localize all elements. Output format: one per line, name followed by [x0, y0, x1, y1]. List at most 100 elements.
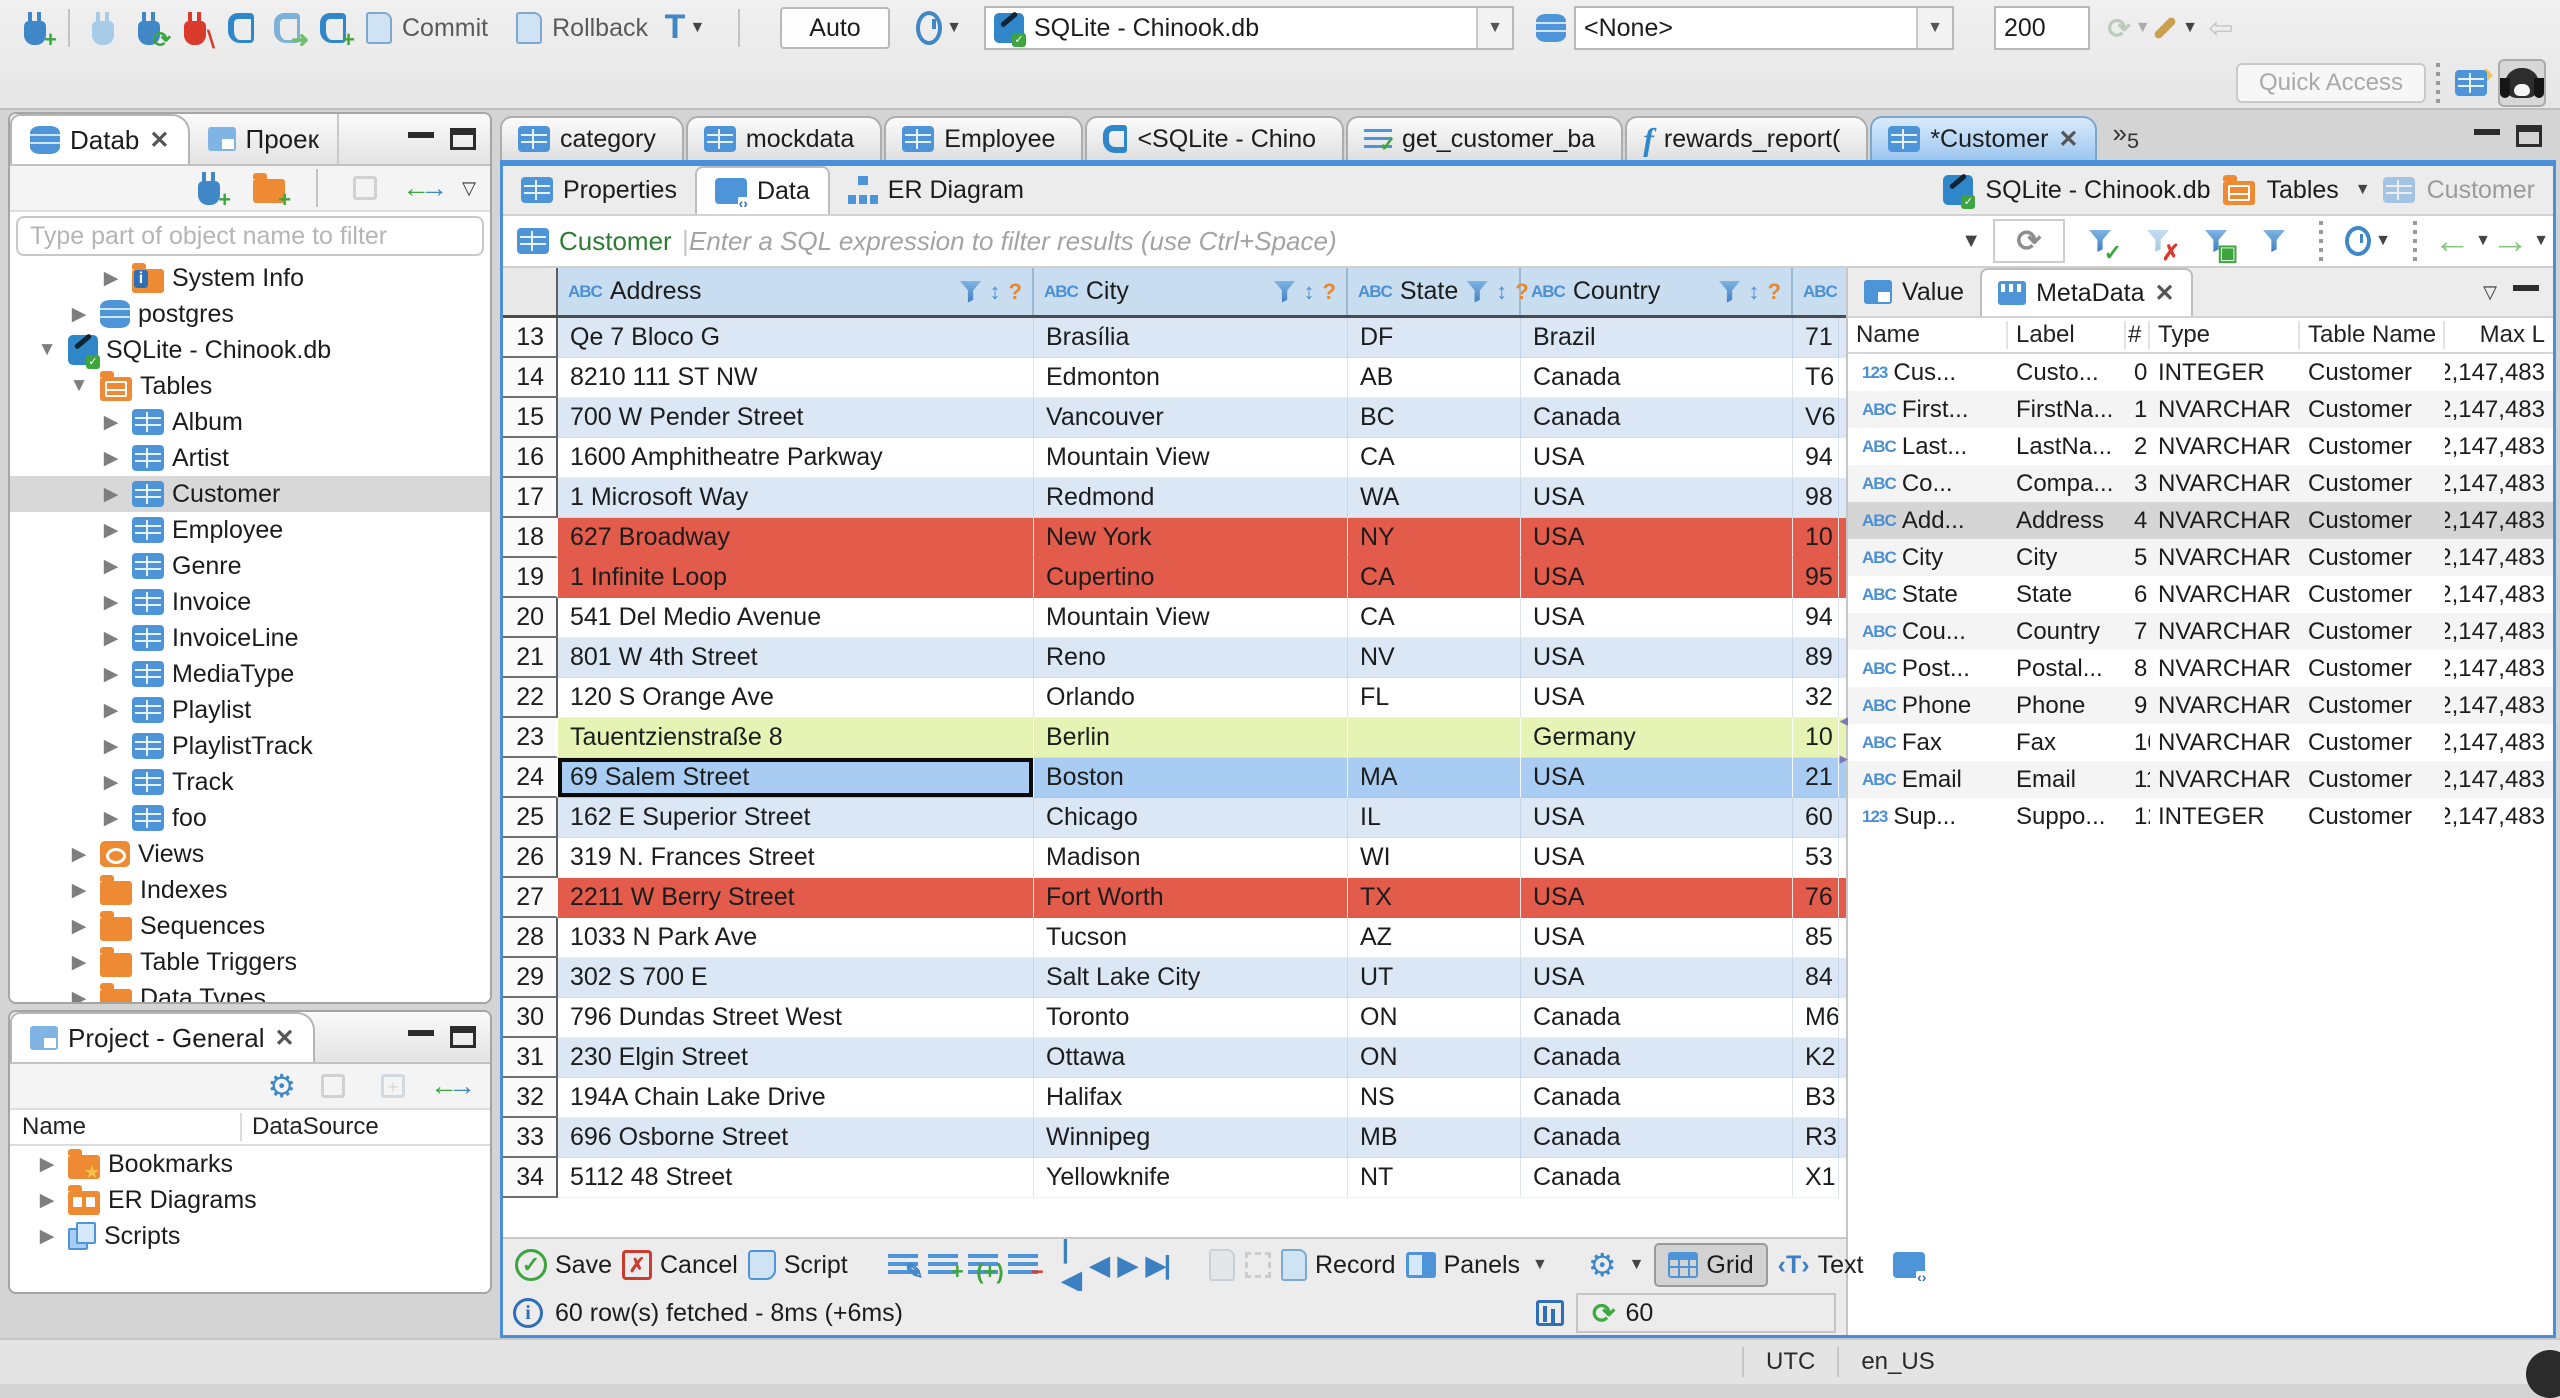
country-cell[interactable]: USA [1521, 598, 1793, 638]
country-cell[interactable]: USA [1521, 758, 1793, 798]
save-filter-icon[interactable]: ▣ [2193, 218, 2239, 264]
minimize-icon[interactable] [408, 132, 434, 138]
max-length-cell[interactable]: 2,147,483 [2445, 544, 2553, 572]
label-cell[interactable]: Phone [2008, 692, 2126, 720]
sort-icon[interactable]: ↕ [1304, 279, 1315, 305]
combo-dropdown-icon[interactable]: ▼ [1916, 8, 1952, 48]
column-name-cell[interactable]: ABCCity [1848, 544, 2008, 572]
address-cell[interactable]: Qe 7 Bloco G [558, 318, 1034, 358]
expander-icon[interactable]: ▶ [98, 735, 124, 758]
tree-item[interactable]: ▶ Playlist [10, 692, 490, 728]
tree-item[interactable]: ▶ Album [10, 404, 490, 440]
disconnect-icon[interactable]: ∖ [172, 5, 218, 51]
type-cell[interactable]: NVARCHAR [2150, 396, 2300, 424]
label-cell[interactable]: City [2008, 544, 2126, 572]
metadata-row[interactable]: 123Cus... Custo... 0 INTEGER Customer 2,… [1848, 354, 2553, 391]
tree-item[interactable]: ▶ Artist [10, 440, 490, 476]
delete-row-icon[interactable]: − [1008, 1253, 1038, 1277]
rollback-button[interactable]: Rollback [552, 14, 648, 43]
row-number-cell[interactable]: 17 [503, 478, 558, 518]
row-number-cell[interactable]: 21 [503, 638, 558, 678]
address-cell[interactable]: 696 Osborne Street [558, 1118, 1034, 1158]
postal-cell[interactable]: 98 [1793, 478, 1839, 518]
tree-item[interactable]: ▶ Customer [10, 476, 490, 512]
breadcrumb-tables[interactable]: Tables [2267, 176, 2339, 205]
state-cell[interactable]: CA [1348, 598, 1521, 638]
address-cell[interactable]: 302 S 700 E [558, 958, 1034, 998]
postal-cell[interactable]: T6 [1793, 358, 1839, 398]
table-name-cell[interactable]: Customer [2300, 433, 2445, 461]
label-cell[interactable]: FirstNa... [2008, 396, 2126, 424]
expander-icon[interactable]: ▶ [98, 627, 124, 650]
type-cell[interactable]: NVARCHAR [2150, 729, 2300, 757]
type-cell[interactable]: INTEGER [2150, 803, 2300, 831]
expander-icon[interactable]: ▶ [98, 591, 124, 614]
table-name-cell[interactable]: Customer [2300, 544, 2445, 572]
ordinal-cell[interactable]: 4 [2126, 507, 2150, 535]
expander-icon[interactable]: ▶ [98, 519, 124, 542]
ordinal-cell[interactable]: 6 [2126, 581, 2150, 609]
tree-item[interactable]: ▼ SQLite - Chinook.db [10, 332, 490, 368]
state-cell[interactable]: NV [1348, 638, 1521, 678]
text-presentation-button[interactable]: ‹T›Text [1778, 1251, 1864, 1280]
table-name-cell[interactable]: Customer [2300, 729, 2445, 757]
expander-icon[interactable]: ▶ [98, 411, 124, 434]
city-cell[interactable]: Brasília [1034, 318, 1348, 358]
grid-corner[interactable] [503, 268, 558, 315]
postal-cell[interactable]: K2 [1793, 1038, 1839, 1078]
editor-tab[interactable]: *Customer ✕ [1870, 116, 2096, 160]
table-name-cell[interactable]: Customer [2300, 396, 2445, 424]
metadata-row[interactable]: ABCState State 6 NVARCHAR Customer 2,147… [1848, 576, 2553, 613]
state-cell[interactable]: CA [1348, 558, 1521, 598]
expander-icon[interactable]: ▼ [34, 339, 60, 361]
breadcrumb-connection[interactable]: SQLite - Chinook.db [1985, 176, 2210, 205]
country-cell[interactable]: Canada [1521, 998, 1793, 1038]
minimize-icon[interactable] [408, 1030, 434, 1036]
country-cell[interactable]: Canada [1521, 1118, 1793, 1158]
state-cell[interactable]: MB [1348, 1118, 1521, 1158]
quick-access-input[interactable]: Quick Access [2236, 63, 2426, 103]
edit-row-icon[interactable]: ✎ [888, 1253, 918, 1277]
new-folder-icon[interactable]: + [246, 165, 292, 211]
column-name-cell[interactable]: ABCLast... [1848, 433, 2008, 461]
state-cell[interactable]: DF [1348, 318, 1521, 358]
connect-icon[interactable] [80, 5, 126, 51]
metadata-row[interactable]: 123Sup... Suppo... 12 INTEGER Customer 2… [1848, 798, 2553, 835]
type-cell[interactable]: NVARCHAR [2150, 581, 2300, 609]
sync-icon[interactable]: ⟳▼ [2106, 5, 2152, 51]
country-cell[interactable]: USA [1521, 438, 1793, 478]
row-number-cell[interactable]: 19 [503, 558, 558, 598]
address-cell[interactable]: 162 E Superior Street [558, 798, 1034, 838]
commit-button[interactable]: Commit [402, 14, 488, 43]
editor-tab[interactable]: get_customer_ba [1346, 116, 1623, 160]
column-header-country[interactable]: ABC Country ↕? [1521, 268, 1793, 315]
type-cell[interactable]: NVARCHAR [2150, 507, 2300, 535]
tree-item[interactable]: ▶ postgres [10, 296, 490, 332]
row-number-cell[interactable]: 26 [503, 838, 558, 878]
max-length-cell[interactable]: 2,147,483 [2445, 433, 2553, 461]
type-cell[interactable]: NVARCHAR [2150, 692, 2300, 720]
country-cell[interactable]: Canada [1521, 1078, 1793, 1118]
column-name[interactable]: Name [10, 1113, 240, 1141]
open-sql-script-icon[interactable]: ➜ [264, 5, 310, 51]
country-cell[interactable]: USA [1521, 678, 1793, 718]
city-cell[interactable]: New York [1034, 518, 1348, 558]
custom-filter-icon[interactable] [2251, 218, 2297, 264]
tree-item[interactable]: ▶ Invoice [10, 584, 490, 620]
metadata-row[interactable]: ABCCity City 5 NVARCHAR Customer 2,147,4… [1848, 539, 2553, 576]
ordinal-cell[interactable]: 10 [2126, 729, 2150, 757]
state-cell[interactable]: AZ [1348, 918, 1521, 958]
editor-tab[interactable]: Employee [884, 116, 1083, 160]
label-cell[interactable]: Custo... [2008, 359, 2126, 387]
previous-page-icon[interactable]: ←▼ [2439, 218, 2485, 264]
first-row-icon[interactable]: |◀ [1062, 1234, 1080, 1296]
address-cell[interactable]: 1600 Amphitheatre Parkway [558, 438, 1034, 478]
postal-cell[interactable]: 94 [1793, 598, 1839, 638]
country-cell[interactable]: Brazil [1521, 318, 1793, 358]
metadata-row[interactable]: ABCFirst... FirstNa... 1 NVARCHAR Custom… [1848, 391, 2553, 428]
ordinal-cell[interactable]: 11 [2126, 766, 2150, 794]
column-name-cell[interactable]: ABCState [1848, 581, 2008, 609]
row-number-cell[interactable]: 29 [503, 958, 558, 998]
max-length-cell[interactable]: 2,147,483 [2445, 396, 2553, 424]
row-number-cell[interactable]: 24 [503, 758, 558, 798]
